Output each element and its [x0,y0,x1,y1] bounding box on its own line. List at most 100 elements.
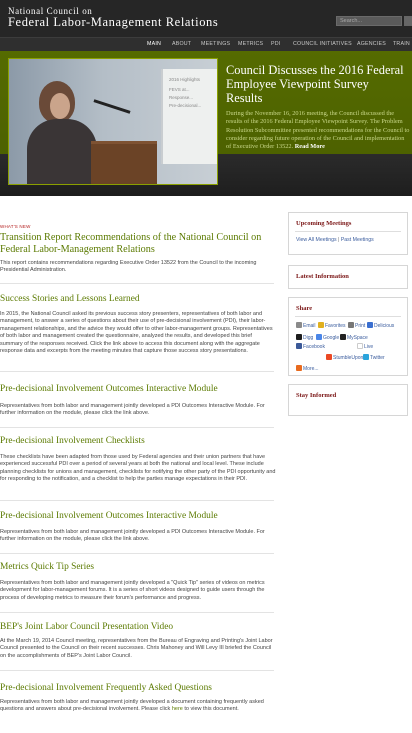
section-title-pdi-module[interactable]: Pre-decisional Involvement Outcomes Inte… [0,384,280,395]
section-text-success-stories: In 2015, the National Council asked its … [0,311,273,355]
stay-informed-box: Stay Informed [288,384,408,416]
faq-here-link[interactable]: here [172,706,183,712]
share-delicious[interactable]: Delicious [367,322,394,329]
section-title-metrics-quick-tip[interactable]: Metrics Quick Tip Series [0,562,280,573]
share-box: Share Email Favorites Print Delicious Di… [288,297,408,376]
meeting-links: View All Meetings | Past Meetings [296,237,374,243]
share-label: Delicious [374,323,395,329]
share-label: More... [303,366,319,372]
screen-text-line: Response... [169,95,194,100]
share-facebook[interactable]: Facebook [296,343,325,350]
share-label: Google [323,335,340,341]
share-label: Email [303,323,316,329]
share-label: Print [355,323,366,329]
section-text-pdi-module: Representatives from both labor and mana… [0,403,265,417]
delicious-icon [367,322,373,328]
photo-podium [91,141,157,184]
share-favorites[interactable]: Favorites [318,322,346,329]
screen-text-line: FEVS at... [169,87,190,92]
nav-item-agencies[interactable]: AGENCIES [357,41,386,47]
faq-text-after: to view this document. [184,706,239,713]
hero-title[interactable]: Council Discusses the 2016 Federal Emplo… [226,63,406,106]
nav-item-meetings[interactable]: MEETINGS [201,41,230,47]
screen-text-line: 2016 Highlights [169,77,201,82]
upcoming-meetings-heading: Upcoming Meetings [296,220,352,227]
google-icon [316,334,322,340]
favorites-icon [318,322,324,328]
nav-item-about[interactable]: ABOUT [172,41,191,47]
share-google[interactable]: Google [316,334,339,341]
section-title-success-stories[interactable]: Success Stories and Lessons Learned [0,294,280,305]
photo-speaker-body [27,119,97,184]
print-icon [348,322,354,328]
stumbleupon-icon [326,354,332,360]
photo-projection-screen: 2016 Highlights FEVS at... Response... P… [161,69,217,164]
share-stumbleupon[interactable]: StumbleUpon [326,354,363,361]
nav-item-main[interactable]: MAIN [147,41,161,47]
section-text-pdi-checklists: These checklists have been adapted from … [0,454,276,483]
more-icon [296,365,302,371]
nav-item-council-initiatives[interactable]: COUNCIL INITIATIVES [293,41,352,47]
share-label: Live [364,344,374,350]
live-icon [357,343,363,349]
share-digg[interactable]: Digg [296,334,313,341]
share-email[interactable]: Email [296,322,316,329]
section-text-pdi-faq: Representatives from both labor and mana… [0,699,276,714]
lead-title[interactable]: Transition Report Recommendations of the… [0,232,280,256]
divider [0,670,274,671]
site-header: National Council on Federal Labor-Manage… [0,0,412,37]
search-button[interactable] [404,16,412,26]
section-text-bep-video: At the March 19, 2014 Council meeting, r… [0,638,273,659]
divider [0,500,274,501]
past-meetings-link[interactable]: Past Meetings [341,237,374,243]
link-separator: | [338,237,340,243]
share-live[interactable]: Live [357,343,373,350]
section-title-bep-video[interactable]: BEP's Joint Labor Council Presentation V… [0,622,280,633]
section-text-metrics-quick-tip: Representatives from both labor and mana… [0,580,265,601]
myspace-icon [340,334,346,340]
section-text-pdi-module-2: Representatives from both labor and mana… [0,529,265,543]
nav-item-pdi[interactable]: PDI [271,41,280,47]
share-label: MySpace [347,335,368,341]
site-name-line2[interactable]: Federal Labor-Management Relations [8,15,218,30]
upcoming-meetings-box: Upcoming Meetings View All Meetings | Pa… [288,212,408,255]
hero-photo[interactable]: 2016 Highlights FEVS at... Response... P… [8,58,218,185]
digg-icon [296,334,302,340]
nav-item-metrics[interactable]: METRICS [238,41,263,47]
share-label: Twitter [370,355,385,361]
section-title-pdi-module-2[interactable]: Pre-decisional Involvement Outcomes Inte… [0,511,280,522]
divider [0,283,274,284]
search-input[interactable]: Search... [336,16,402,26]
view-all-meetings-link[interactable]: View All Meetings [296,237,337,243]
share-twitter[interactable]: Twitter [363,354,385,361]
read-more-link[interactable]: Read More [295,143,325,150]
share-label: Favorites [325,323,346,329]
section-title-pdi-faq[interactable]: Pre-decisional Involvement Frequently As… [0,683,280,694]
divider [0,427,274,428]
divider [0,371,274,372]
section-title-pdi-checklists[interactable]: Pre-decisional Involvement Checklists [0,436,280,447]
twitter-icon [363,354,369,360]
whats-new-tag: WHAT'S NEW [0,224,31,229]
latest-information-box: Latest Information [288,265,408,289]
stay-informed-heading: Stay Informed [296,392,337,399]
nav-item-train[interactable]: TRAIN [393,41,410,47]
lead-text: This report contains recommendations reg… [0,260,257,274]
divider [0,612,274,613]
share-print[interactable]: Print [348,322,365,329]
share-heading: Share [296,305,313,312]
share-more[interactable]: More... [296,365,319,372]
email-icon [296,322,302,328]
box-divider [295,231,401,232]
facebook-icon [296,343,302,349]
latest-information-heading: Latest Information [296,273,349,280]
share-label: StumbleUpon [333,355,364,361]
share-label: Digg [303,335,314,341]
share-myspace[interactable]: MySpace [340,334,368,341]
divider [0,553,274,554]
hero-text: During the November 16, 2016 meeting, th… [226,110,410,151]
main-nav: MAIN ABOUT MEETINGS METRICS PDI COUNCIL … [0,37,412,51]
screen-text-line: Pre-decisional... [169,103,202,108]
share-label: Facebook [303,344,325,350]
box-divider [295,316,401,317]
